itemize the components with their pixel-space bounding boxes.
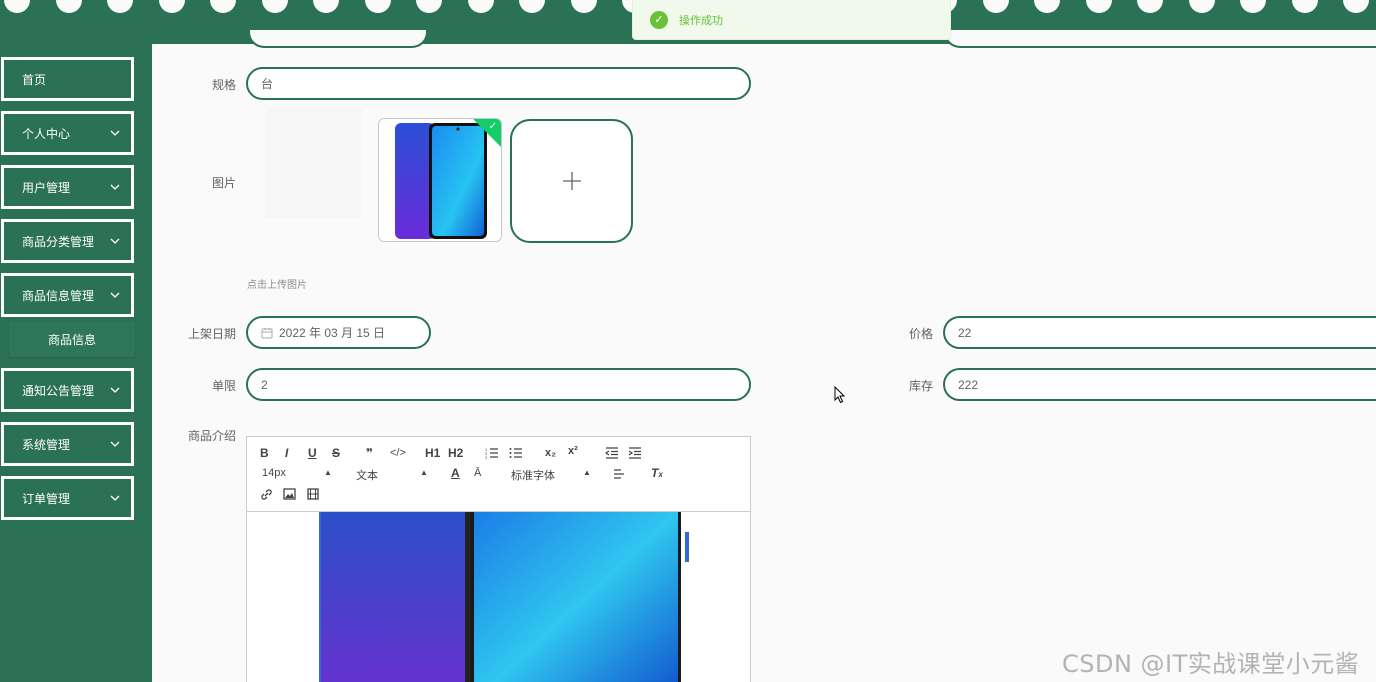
chevron-down-icon: [110, 441, 120, 447]
price-label: 价格: [908, 327, 933, 341]
bold-button[interactable]: B: [260, 446, 269, 460]
font-family-value: 标准字体: [511, 470, 555, 482]
code-block-button[interactable]: </>: [390, 447, 406, 459]
editor-content-image: [319, 512, 689, 682]
sidebar-item-label: 商品分类管理: [22, 234, 95, 249]
rich-text-editor[interactable]: B I U S ❞ </> H1 H2 123 x₂ x² 14px ▲ 文本 …: [246, 436, 751, 682]
partial-input-top-left[interactable]: [248, 30, 428, 48]
chevron-down-icon: [110, 184, 120, 190]
submenu-item-label: 商品信息: [47, 333, 96, 347]
watermark: CSDN @IT实战课堂小元酱: [1062, 650, 1360, 678]
price-value: 22: [958, 325, 972, 340]
header-2-button[interactable]: H2: [448, 446, 463, 460]
sidebar-item-user-management[interactable]: 用户管理: [1, 165, 134, 209]
align-icon[interactable]: [613, 468, 625, 480]
strike-button[interactable]: S: [332, 446, 340, 460]
date-label: 上架日期: [187, 327, 236, 341]
indent-icon[interactable]: [628, 447, 642, 459]
image-upload-button[interactable]: [510, 119, 633, 243]
date-value: 2022 年 03 月 15 日: [279, 326, 386, 340]
background-color-button[interactable]: Ā: [474, 467, 481, 479]
image-label: 图片: [211, 176, 236, 190]
font-color-button[interactable]: A: [451, 466, 460, 480]
sidebar-item-personal-center[interactable]: 个人中心: [1, 111, 134, 155]
video-icon[interactable]: [307, 488, 319, 500]
faded-background-image: [266, 108, 362, 218]
superscript-button[interactable]: x²: [568, 445, 578, 457]
sidebar-item-label: 商品信息管理: [22, 288, 95, 303]
spec-input-value: 台: [261, 77, 274, 91]
spec-input[interactable]: 台: [246, 67, 751, 100]
sidebar-item-label: 系统管理: [22, 437, 71, 452]
sidebar-item-label: 通知公告管理: [22, 383, 95, 398]
uploaded-image-thumbnail[interactable]: ✓: [378, 118, 502, 242]
bullet-list-icon[interactable]: [509, 447, 523, 459]
select-arrow-icon: ▲: [420, 468, 428, 477]
subscript-button[interactable]: x₂: [545, 447, 556, 459]
upload-hint: 点击上传图片: [247, 280, 307, 291]
underline-button[interactable]: U: [308, 446, 317, 460]
limit-value: 2: [261, 377, 268, 392]
check-icon: ✓: [488, 121, 497, 132]
sidebar-item-product-management[interactable]: 商品信息管理: [1, 273, 134, 317]
font-family-select[interactable]: 标准字体 ▲: [511, 467, 591, 483]
chevron-down-icon: [110, 387, 120, 393]
header-1-button[interactable]: H1: [425, 446, 440, 460]
header-type-select[interactable]: 文本 ▲: [356, 467, 431, 483]
stock-label: 库存: [908, 379, 933, 393]
sidebar-item-label: 订单管理: [22, 491, 71, 506]
font-size-select[interactable]: 14px ▲: [262, 467, 332, 479]
font-size-value: 14px: [262, 467, 286, 479]
header-type-value: 文本: [356, 470, 378, 482]
select-arrow-icon: ▲: [324, 468, 332, 477]
select-arrow-icon: ▲: [583, 468, 591, 477]
sidebar-item-order-management[interactable]: 订单管理: [1, 476, 134, 520]
price-input[interactable]: 22: [943, 316, 1376, 349]
toast-message: 操作成功: [679, 14, 723, 27]
partial-input-top-right[interactable]: [944, 30, 1376, 48]
editor-toolbar: B I U S ❞ </> H1 H2 123 x₂ x² 14px ▲ 文本 …: [247, 437, 750, 512]
clear-format-button[interactable]: Tx: [651, 466, 663, 480]
image-icon[interactable]: [283, 488, 296, 500]
calendar-icon: [261, 327, 273, 338]
chevron-down-icon: [110, 238, 120, 244]
sidebar-item-label: 个人中心: [22, 126, 71, 141]
date-picker-input[interactable]: 2022 年 03 月 15 日: [246, 316, 431, 349]
chevron-down-icon: [110, 292, 120, 298]
sidebar-item-home[interactable]: 首页: [1, 57, 134, 101]
success-toast: ✓ 操作成功: [632, 0, 951, 40]
stock-input[interactable]: 222: [943, 368, 1376, 401]
plus-icon: [562, 172, 581, 190]
sidebar-item-label: 首页: [22, 72, 47, 87]
limit-label: 单限: [211, 379, 236, 393]
sidebar-item-label: 用户管理: [22, 180, 71, 195]
mouse-cursor-icon: [834, 386, 846, 404]
chevron-down-icon: [110, 495, 120, 501]
italic-button[interactable]: I: [285, 446, 288, 460]
sidebar-item-system-management[interactable]: 系统管理: [1, 422, 134, 466]
spec-label: 规格: [211, 78, 236, 92]
intro-label: 商品介绍: [187, 429, 236, 443]
stock-value: 222: [958, 377, 979, 392]
limit-input[interactable]: 2: [246, 368, 751, 401]
submenu-item-product-info[interactable]: 商品信息: [9, 322, 135, 357]
blockquote-button[interactable]: ❞: [366, 446, 373, 460]
sidebar-item-notice-management[interactable]: 通知公告管理: [1, 368, 134, 412]
link-icon[interactable]: [260, 488, 273, 501]
phone-image: [395, 123, 487, 239]
outdent-icon[interactable]: [605, 447, 619, 459]
sidebar-item-category-management[interactable]: 商品分类管理: [1, 219, 134, 263]
chevron-down-icon: [110, 130, 120, 136]
svg-text:3: 3: [485, 455, 488, 459]
ordered-list-icon[interactable]: 123: [485, 447, 499, 459]
check-circle-icon: ✓: [650, 10, 668, 29]
